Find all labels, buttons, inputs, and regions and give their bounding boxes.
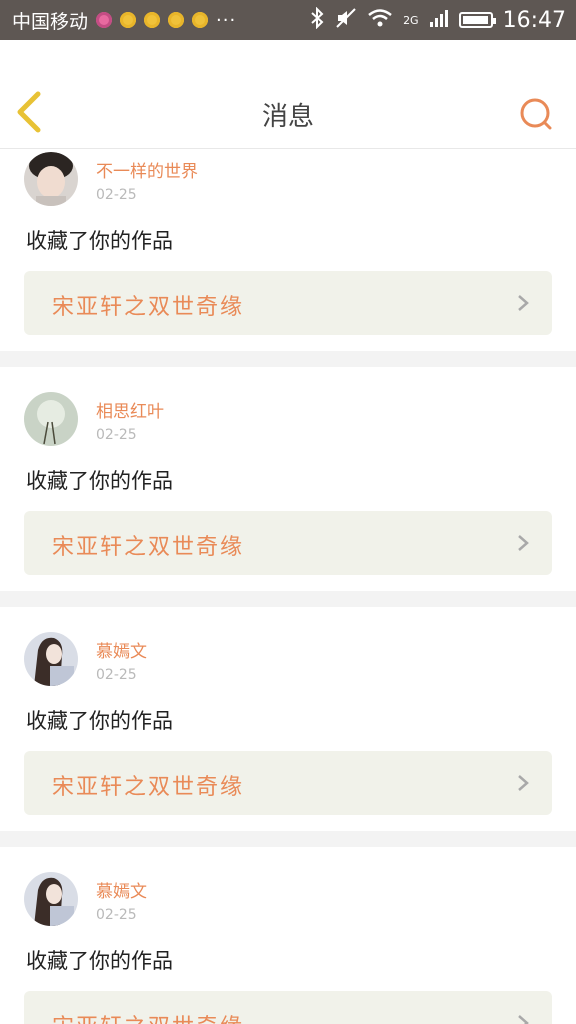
- avatar[interactable]: [24, 632, 78, 686]
- page-title: 消息: [261, 102, 314, 132]
- sender-name[interactable]: 不一样的世界: [96, 157, 198, 182]
- message-item[interactable]: 相思红叶 02-25 收藏了你的作品 宋亚轩之双世奇缘: [0, 367, 576, 591]
- message-list[interactable]: 不一样的世界 02-25 收藏了你的作品 宋亚轩之双世奇缘 相思红叶 02-25…: [0, 149, 576, 1024]
- work-title: 宋亚轩之双世奇缘: [52, 1009, 244, 1024]
- message-date: 02-25: [96, 667, 137, 683]
- work-title: 宋亚轩之双世奇缘: [52, 295, 245, 320]
- more-notifications-icon: ···: [216, 9, 237, 31]
- message-date: 02-25: [96, 427, 137, 443]
- avatar[interactable]: [24, 872, 78, 926]
- work-title: 宋亚轩之双世奇缘: [52, 535, 245, 560]
- chevron-right-icon: [518, 1015, 529, 1024]
- status-bar-right: 2G 16:47: [309, 6, 576, 34]
- chevron-right-icon: [518, 535, 529, 551]
- avatar[interactable]: [24, 392, 78, 446]
- sender-name[interactable]: 慕嫣文: [96, 637, 147, 662]
- message-item[interactable]: 慕嫣文 02-25 收藏了你的作品 宋亚轩之双世奇缘: [0, 847, 576, 1024]
- chevron-right-icon: [518, 295, 529, 311]
- wifi-icon: [367, 8, 393, 33]
- bulb-notification-icon: [120, 12, 137, 28]
- work-link[interactable]: 宋亚轩之双世奇缘: [24, 511, 552, 575]
- work-title: 宋亚轩之双世奇缘: [52, 775, 245, 800]
- message-item[interactable]: 慕嫣文 02-25 收藏了你的作品 宋亚轩之双世奇缘: [0, 607, 576, 831]
- sender-name[interactable]: 慕嫣文: [96, 877, 147, 902]
- bulb-notification-icon: [192, 12, 209, 28]
- bulb-notification-icon: [144, 12, 161, 28]
- signal-icon: [429, 8, 449, 33]
- bulb-notification-icon: [168, 12, 185, 28]
- message-text: 收藏了你的作品: [26, 709, 173, 733]
- work-link[interactable]: 宋亚轩之双世奇缘: [24, 751, 552, 815]
- app-header: 消息: [0, 40, 576, 149]
- work-link[interactable]: 宋亚轩之双世奇缘: [24, 271, 552, 335]
- mute-icon: [335, 7, 357, 34]
- carrier-name: 中国移动: [12, 10, 89, 33]
- message-text: 收藏了你的作品: [26, 469, 173, 493]
- status-bar: 中国移动 ··· 2G 16:47: [0, 0, 576, 40]
- network-type: 2G: [403, 13, 419, 27]
- app-notification-icon: [96, 12, 113, 28]
- clock: 16:47: [502, 7, 566, 33]
- battery-icon: [458, 12, 496, 28]
- chevron-right-icon: [518, 775, 529, 791]
- search-icon: [520, 98, 552, 130]
- bluetooth-icon: [309, 6, 325, 34]
- work-link[interactable]: 宋亚轩之双世奇缘: [24, 991, 552, 1024]
- message-date: 02-25: [96, 187, 137, 203]
- message-item[interactable]: 不一样的世界 02-25 收藏了你的作品 宋亚轩之双世奇缘: [0, 149, 576, 351]
- message-text: 收藏了你的作品: [26, 949, 173, 973]
- status-bar-left: 中国移动 ···: [0, 7, 236, 34]
- avatar[interactable]: [24, 152, 78, 206]
- search-button[interactable]: [518, 96, 554, 132]
- sender-name[interactable]: 相思红叶: [96, 397, 164, 422]
- message-date: 02-25: [96, 907, 137, 923]
- message-text: 收藏了你的作品: [26, 229, 173, 253]
